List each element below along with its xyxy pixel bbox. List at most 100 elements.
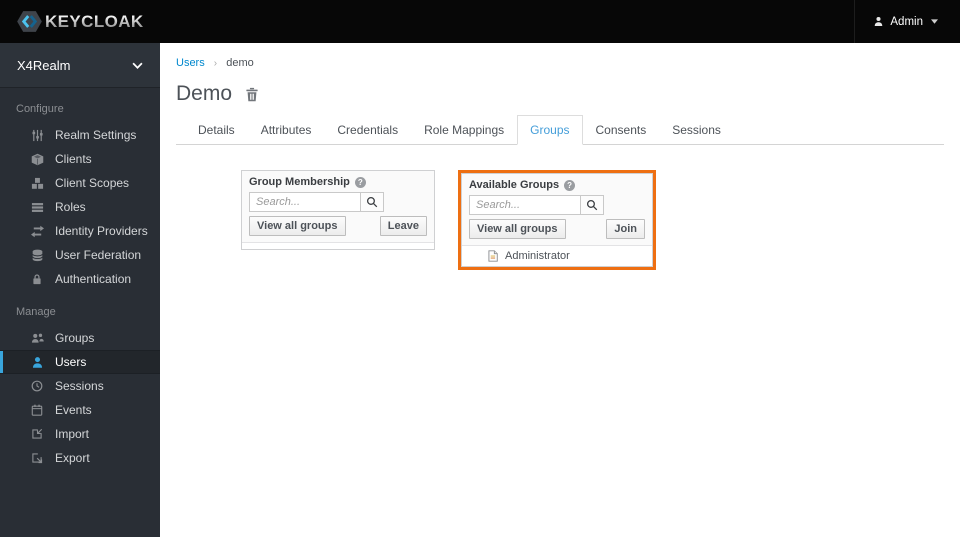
- sidebar-item-authentication[interactable]: Authentication: [0, 267, 160, 291]
- tab-sessions[interactable]: Sessions: [659, 115, 734, 145]
- group-name: Administrator: [505, 250, 570, 262]
- available-groups-buttons: View all groups Join: [469, 219, 645, 241]
- group-membership-tree: [242, 242, 434, 249]
- sidebar-item-label: Clients: [55, 152, 92, 166]
- available-groups-title-row: Available Groups ?: [469, 179, 645, 192]
- import-icon: [30, 427, 44, 441]
- group-membership-search-row: [249, 192, 427, 212]
- view-all-groups-button[interactable]: View all groups: [469, 219, 566, 239]
- database-icon: [30, 248, 44, 262]
- sidebar-section-manage: Manage: [16, 306, 56, 318]
- join-button[interactable]: Join: [606, 219, 645, 239]
- keycloak-logo: KEYCLOAK: [16, 0, 144, 43]
- available-groups-search-input[interactable]: [469, 195, 581, 215]
- tab-consents[interactable]: Consents: [583, 115, 660, 145]
- delete-user-button[interactable]: [245, 87, 259, 102]
- group-membership-panel: Group Membership ? View all groups Leave: [241, 170, 435, 250]
- groups-panels: Group Membership ? View all groups Leave: [241, 170, 960, 270]
- sidebar-item-label: Client Scopes: [55, 176, 130, 190]
- breadcrumb-current: demo: [226, 57, 254, 69]
- title-row: Demo: [176, 82, 944, 106]
- list-icon: [30, 200, 44, 214]
- view-all-groups-button[interactable]: View all groups: [249, 216, 346, 236]
- available-groups-panel: Available Groups ? View all groups: [461, 173, 653, 267]
- user-icon: [30, 355, 44, 369]
- sidebar-item-users[interactable]: Users: [0, 350, 160, 374]
- sidebar-item-label: Export: [55, 451, 90, 465]
- sidebar-item-groups[interactable]: Groups: [0, 326, 160, 350]
- group-tree-item-administrator[interactable]: Administrator: [462, 246, 652, 266]
- sidebar-item-client-scopes[interactable]: Client Scopes: [0, 171, 160, 195]
- sidebar-item-label: Roles: [55, 200, 86, 214]
- group-membership-title: Group Membership: [249, 176, 350, 188]
- tab-details[interactable]: Details: [185, 115, 248, 145]
- breadcrumb-separator: ›: [213, 58, 218, 69]
- sidebar-item-export[interactable]: Export: [0, 446, 160, 470]
- tab-role-mappings[interactable]: Role Mappings: [411, 115, 517, 145]
- lock-icon: [30, 272, 44, 286]
- page-title: Demo: [176, 82, 233, 105]
- available-groups-search-row: [469, 195, 645, 215]
- group-membership-search-button[interactable]: [360, 192, 384, 212]
- caret-down-icon: [931, 19, 938, 24]
- brand-title: KEYCLOAK: [45, 11, 144, 31]
- sidebar-item-label: Identity Providers: [55, 224, 148, 238]
- exchange-icon: [30, 224, 44, 238]
- sidebar-item-label: Realm Settings: [55, 128, 137, 142]
- user-menu-label: Admin: [890, 15, 923, 28]
- main-content: Users › demo Demo Details Attributes Cre…: [160, 43, 960, 540]
- tab-attributes[interactable]: Attributes: [248, 115, 325, 145]
- sidebar-item-events[interactable]: Events: [0, 398, 160, 422]
- search-icon: [586, 199, 598, 211]
- cubes-icon: [30, 176, 44, 190]
- sidebar-item-clients[interactable]: Clients: [0, 147, 160, 171]
- sidebar-item-label: Events: [55, 403, 92, 417]
- cube-icon: [30, 152, 44, 166]
- tab-credentials[interactable]: Credentials: [324, 115, 411, 145]
- group-membership-search-input[interactable]: [249, 192, 361, 212]
- group-membership-buttons: View all groups Leave: [249, 216, 427, 238]
- sidebar: X4Realm Configure Realm Settings Clients…: [0, 43, 160, 537]
- leave-button[interactable]: Leave: [379, 216, 427, 236]
- clock-icon: [30, 379, 44, 393]
- available-groups-search-button[interactable]: [580, 195, 604, 215]
- sliders-icon: [30, 128, 44, 142]
- manage-nav: Groups Users Sessions Events Import Expo…: [0, 326, 160, 470]
- available-groups-tree: Administrator: [462, 245, 652, 266]
- calendar-icon: [30, 403, 44, 417]
- chevron-down-icon: [132, 62, 143, 69]
- sidebar-item-label: Sessions: [55, 379, 104, 393]
- sidebar-item-label: Groups: [55, 331, 95, 345]
- sidebar-item-user-federation[interactable]: User Federation: [0, 243, 160, 267]
- search-icon: [366, 196, 378, 208]
- help-icon[interactable]: ?: [564, 180, 576, 191]
- sidebar-section-configure: Configure: [16, 103, 64, 115]
- user-icon: [873, 16, 884, 27]
- sidebar-item-realm-settings[interactable]: Realm Settings: [0, 123, 160, 147]
- sidebar-item-sessions[interactable]: Sessions: [0, 374, 160, 398]
- breadcrumb: Users › demo: [160, 43, 960, 69]
- keycloak-logo-icon: [16, 8, 43, 35]
- sidebar-item-label: Authentication: [55, 272, 132, 286]
- top-navbar: KEYCLOAK Admin: [0, 0, 960, 43]
- sidebar-item-label: Import: [55, 427, 90, 441]
- file-icon: [488, 250, 498, 262]
- breadcrumb-users-link[interactable]: Users: [176, 57, 205, 69]
- help-icon[interactable]: ?: [354, 177, 366, 188]
- sidebar-item-label: Users: [55, 355, 87, 369]
- group-membership-title-row: Group Membership ?: [249, 176, 427, 189]
- tab-groups[interactable]: Groups: [517, 115, 583, 145]
- realm-selector[interactable]: X4Realm: [0, 43, 160, 88]
- sidebar-item-label: User Federation: [55, 248, 142, 262]
- sidebar-item-identity-providers[interactable]: Identity Providers: [0, 219, 160, 243]
- realm-name: X4Realm: [17, 57, 71, 73]
- user-menu[interactable]: Admin: [854, 0, 960, 43]
- trash-icon: [245, 87, 259, 102]
- tab-bar: Details Attributes Credentials Role Mapp…: [176, 115, 944, 145]
- sidebar-item-import[interactable]: Import: [0, 422, 160, 446]
- available-groups-head: Available Groups ? View all groups: [462, 174, 652, 245]
- export-icon: [30, 451, 44, 465]
- sidebar-item-roles[interactable]: Roles: [0, 195, 160, 219]
- available-groups-title: Available Groups: [469, 179, 560, 191]
- users-group-icon: [30, 331, 44, 345]
